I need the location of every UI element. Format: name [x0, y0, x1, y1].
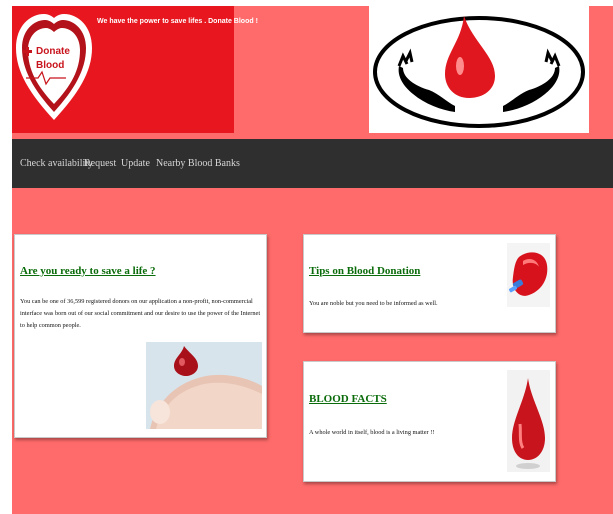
donate-blood-logo[interactable]: Donate Blood [14, 8, 94, 128]
card-save-a-life-text: You can be one of 36,599 registered dono… [20, 298, 261, 329]
main-navbar: Check availability Request Update Nearby… [12, 139, 613, 188]
header-banner: Donate Blood We have the power to save l… [12, 6, 258, 133]
nav-request[interactable]: Request [84, 158, 116, 169]
blood-bag-image [507, 243, 550, 307]
banner-tagline: We have the power to save lifes . Donate… [97, 18, 258, 25]
nav-update[interactable]: Update [121, 158, 150, 169]
left-edge [0, 0, 12, 514]
card-save-a-life: Are you ready to save a life ? You can b… [14, 234, 267, 438]
nav-nearby-blood-banks[interactable]: Nearby Blood Banks [156, 158, 240, 169]
card-tips: Tips on Blood Donation You are noble but… [303, 234, 556, 333]
finger-blood-drop-image [146, 342, 262, 429]
logo-text-donate: Donate [36, 46, 70, 57]
blood-bag-icon [507, 243, 550, 307]
blood-drop-icon [507, 370, 550, 472]
blood-drop-hands-icon [373, 16, 585, 128]
card-blood-facts-title[interactable]: BLOOD FACTS [309, 393, 387, 405]
card-tips-text: You are noble but you need to be informe… [309, 300, 438, 307]
card-tips-title[interactable]: Tips on Blood Donation [309, 265, 420, 277]
nav-check-availability[interactable]: Check availability [20, 158, 93, 169]
card-blood-facts-text: A whole world in itself, blood is a livi… [309, 429, 435, 436]
logo-text-blood: Blood [36, 60, 64, 71]
card-save-a-life-title[interactable]: Are you ready to save a life ? [20, 265, 156, 277]
blood-drop-image [507, 370, 550, 472]
finger-prick-icon [146, 342, 262, 429]
hero-image [369, 6, 589, 133]
card-blood-facts: BLOOD FACTS A whole world in itself, blo… [303, 361, 556, 482]
